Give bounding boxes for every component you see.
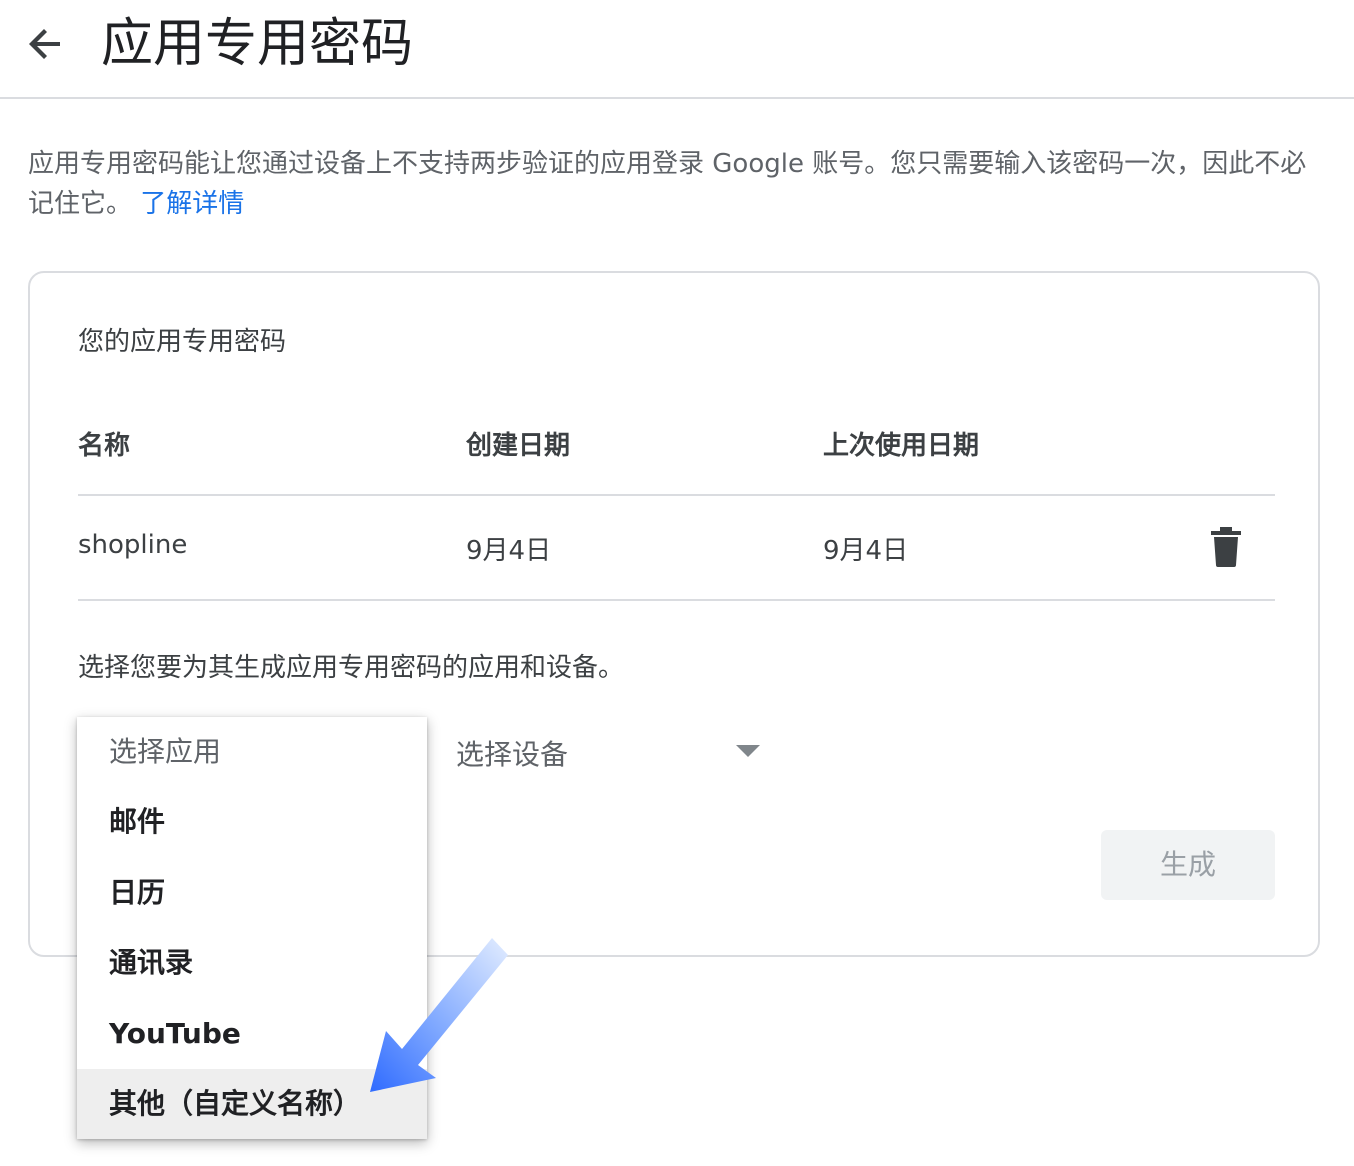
column-header-last-used: 上次使用日期 [823, 431, 980, 461]
app-select-placeholder[interactable]: 选择应用 [77, 717, 427, 787]
page-header: 应用专用密码 [0, 0, 1354, 99]
arrow-back-icon[interactable] [22, 20, 70, 68]
trash-icon[interactable] [1211, 527, 1241, 567]
row-divider [78, 599, 1275, 601]
row-name: shopline [78, 530, 188, 560]
device-select-label: 选择设备 [456, 738, 569, 771]
row-created-date: 9月4日 [466, 536, 552, 566]
learn-more-link[interactable]: 了解详情 [140, 189, 244, 219]
pointer-arrow-icon [370, 938, 508, 1092]
card-title: 您的应用专用密码 [78, 327, 287, 357]
column-header-created: 创建日期 [466, 431, 571, 461]
menu-item-calendar[interactable]: 日历 [77, 858, 427, 928]
generate-button[interactable]: 生成 [1101, 830, 1275, 900]
intro-paragraph: 应用专用密码能让您通过设备上不支持两步验证的应用登录 Google 账号。您只需… [28, 144, 1318, 224]
row-last-used-date: 9月4日 [823, 536, 909, 566]
page-title: 应用专用密码 [101, 14, 414, 74]
triangle-down-icon [736, 745, 760, 757]
column-header-name: 名称 [78, 431, 131, 461]
select-prompt: 选择您要为其生成应用专用密码的应用和设备。 [78, 653, 625, 683]
device-select[interactable]: 选择设备 [442, 713, 772, 783]
menu-item-mail[interactable]: 邮件 [77, 787, 427, 857]
header-divider [78, 494, 1275, 496]
